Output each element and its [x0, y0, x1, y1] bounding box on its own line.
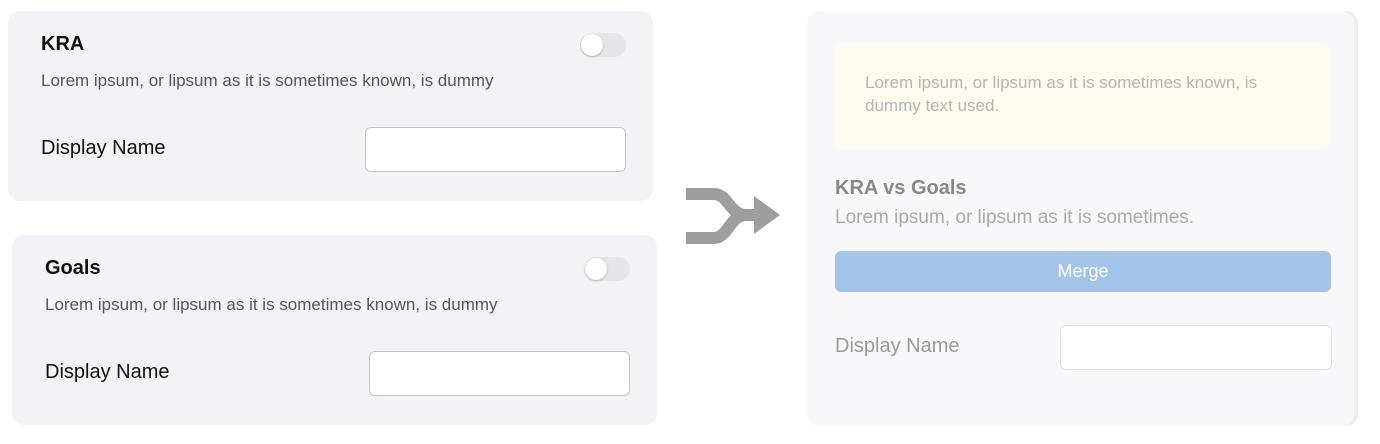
- merge-button[interactable]: Merge: [835, 251, 1331, 292]
- goals-card-description: Lorem ipsum, or lipsum as it is sometime…: [45, 295, 498, 314]
- kra-display-name-input[interactable]: [365, 127, 626, 172]
- info-note: Lorem ipsum, or lipsum as it is sometime…: [835, 43, 1331, 149]
- goals-card: Goals Lorem ipsum, or lipsum as it is so…: [12, 235, 657, 425]
- goals-toggle[interactable]: [584, 257, 630, 281]
- kra-card-description: Lorem ipsum, or lipsum as it is sometime…: [41, 71, 494, 90]
- merge-arrow-icon: [686, 188, 780, 244]
- kra-toggle-knob: [581, 34, 603, 56]
- merged-description: Lorem ipsum, or lipsum as it is sometime…: [835, 207, 1194, 228]
- merged-title: KRA vs Goals: [835, 177, 967, 199]
- goals-display-name-label: Display Name: [45, 361, 170, 383]
- kra-card-title: KRA: [41, 33, 85, 55]
- goals-toggle-knob: [585, 258, 607, 280]
- kra-display-name-label: Display Name: [41, 137, 166, 159]
- merged-result-panel: Lorem ipsum, or lipsum as it is sometime…: [807, 11, 1358, 426]
- goals-display-name-input[interactable]: [369, 351, 630, 396]
- goals-card-title: Goals: [45, 257, 101, 279]
- merged-display-name-label: Display Name: [835, 335, 960, 357]
- kra-toggle[interactable]: [580, 33, 626, 57]
- merged-display-name-input[interactable]: [1060, 325, 1332, 370]
- kra-card: KRA Lorem ipsum, or lipsum as it is some…: [8, 11, 653, 201]
